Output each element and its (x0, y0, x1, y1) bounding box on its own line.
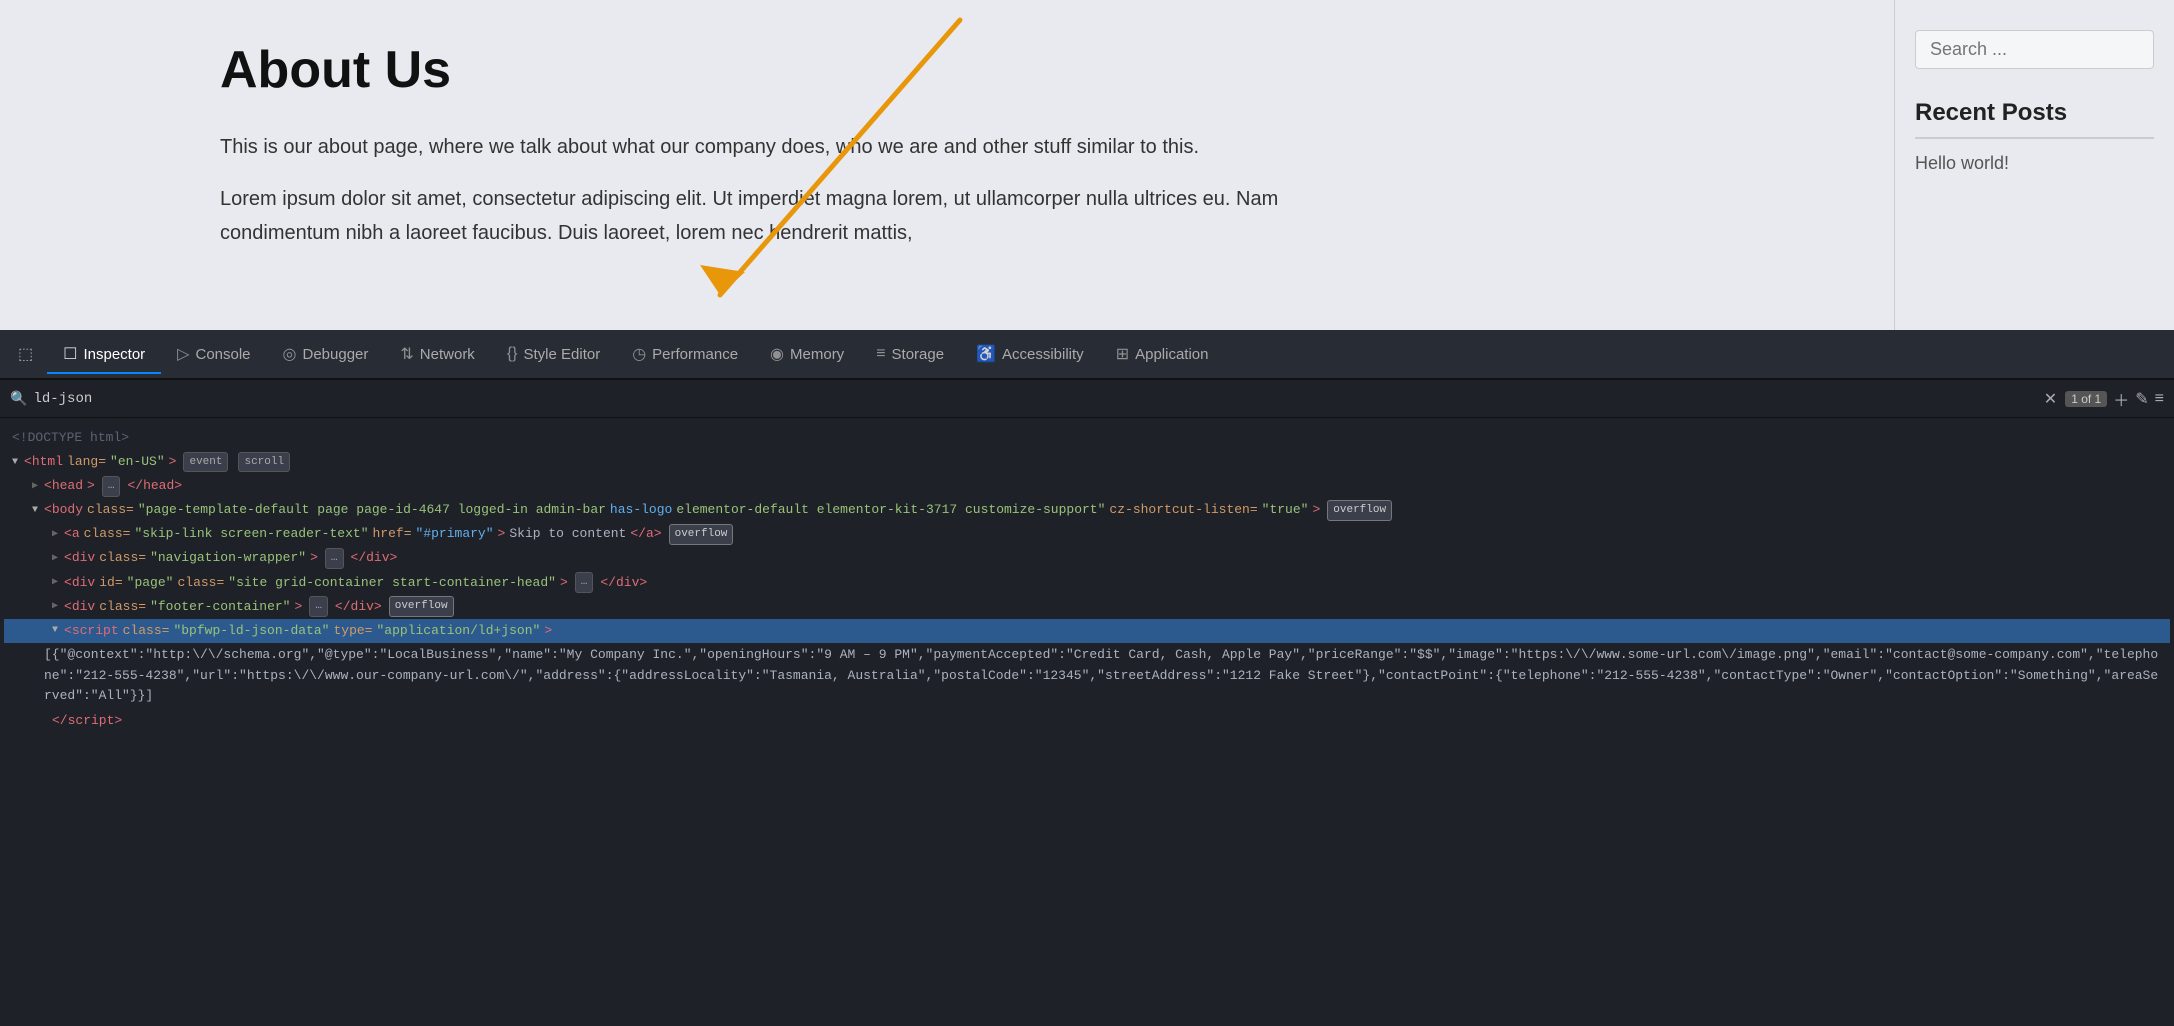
head-ellipsis-badge[interactable]: … (102, 476, 121, 497)
edit-search-button[interactable]: ✎ (2135, 389, 2148, 409)
search-input[interactable] (1915, 30, 2154, 69)
tab-storage[interactable]: ≡ Storage (860, 337, 960, 373)
search-magnifier-icon: 🔍 (10, 390, 27, 407)
event-badge[interactable]: event (183, 452, 228, 473)
webpage-sidebar: Recent Posts Hello world! (1894, 0, 2174, 330)
html-line-div-footer: ▶ <div class="footer-container" > … </di… (4, 595, 2170, 619)
performance-icon: ◷ (632, 344, 646, 364)
page-body-1: This is our about page, where we talk ab… (220, 130, 1320, 164)
html-search-input[interactable] (33, 391, 2037, 407)
html-line-div-page: ▶ <div id="page" class="site grid-contai… (4, 571, 2170, 595)
div-page-triangle[interactable]: ▶ (52, 574, 58, 591)
network-icon: ⇅ (400, 344, 413, 364)
a-overflow-badge[interactable]: overflow (669, 524, 734, 545)
inspector-cursor-btn[interactable]: ⬚ (12, 340, 39, 368)
webpage-area: About Us This is our about page, where w… (0, 0, 2174, 330)
tab-application-label: Application (1135, 346, 1208, 363)
a-triangle[interactable]: ▶ (52, 526, 58, 543)
accessibility-icon: ♿ (976, 344, 996, 364)
tab-storage-label: Storage (892, 346, 945, 363)
scroll-badge[interactable]: scroll (238, 452, 290, 473)
div-footer-triangle[interactable]: ▶ (52, 598, 58, 615)
devtools-panel: ⬚ ☐ Inspector ▷ Console ◎ Debugger ⇅ Net… (0, 330, 2174, 1026)
tab-accessibility-label: Accessibility (1002, 346, 1084, 363)
sidebar-heading: Recent Posts (1915, 99, 2154, 139)
div-footer-ellipsis[interactable]: … (309, 596, 328, 617)
webpage-content: About Us This is our about page, where w… (0, 0, 1894, 330)
tab-accessibility[interactable]: ♿ Accessibility (960, 336, 1100, 374)
html-line-html: ▼ <html lang="en-US" > event scroll (4, 450, 2170, 474)
div-nav-triangle[interactable]: ▶ (52, 550, 58, 567)
page-title: About Us (220, 40, 1834, 100)
script-triangle[interactable]: ▼ (52, 622, 58, 639)
tab-network[interactable]: ⇅ Network (384, 336, 490, 374)
clear-search-button[interactable]: ✕ (2044, 389, 2057, 409)
tab-style-editor-label: Style Editor (524, 346, 601, 363)
tab-performance[interactable]: ◷ Performance (616, 336, 754, 374)
style-editor-icon: {} (507, 345, 518, 363)
div-page-ellipsis[interactable]: … (575, 572, 594, 593)
more-search-button[interactable]: ≡ (2155, 390, 2164, 408)
storage-icon: ≡ (876, 345, 885, 363)
add-search-button[interactable]: ＋ (2113, 387, 2129, 411)
body-overflow-badge[interactable]: overflow (1327, 500, 1392, 521)
tab-performance-label: Performance (652, 346, 738, 363)
tab-console[interactable]: ▷ Console (161, 336, 266, 374)
html-line-script-close: </script> (4, 709, 2170, 733)
search-count-badge: 1 of 1 (2065, 391, 2107, 407)
head-triangle[interactable]: ▶ (32, 478, 38, 495)
html-triangle[interactable]: ▼ (12, 454, 18, 471)
application-icon: ⊞ (1116, 344, 1129, 364)
devtools-toolbar-left: ⬚ (8, 340, 43, 368)
devtools-tabbar: ⬚ ☐ Inspector ▷ Console ◎ Debugger ⇅ Net… (0, 330, 2174, 380)
html-line-doctype: <!DOCTYPE html> (4, 426, 2170, 450)
html-line-script: ▼ <script class="bpfwp-ld-json-data" typ… (4, 619, 2170, 643)
html-line-body: ▼ <body class="page-template-default pag… (4, 498, 2170, 522)
script-data-content: [{"@context":"http:\/\/schema.org","@typ… (4, 643, 2170, 709)
html-panel: <!DOCTYPE html> ▼ <html lang="en-US" > e… (0, 418, 2174, 1026)
div-nav-ellipsis[interactable]: … (325, 548, 344, 569)
html-line-div-nav: ▶ <div class="navigation-wrapper" > … </… (4, 546, 2170, 570)
body-triangle[interactable]: ▼ (32, 502, 38, 519)
div-footer-overflow[interactable]: overflow (389, 596, 454, 617)
tab-inspector[interactable]: ☐ Inspector (47, 336, 161, 374)
debugger-icon: ◎ (283, 344, 297, 364)
page-body-2: Lorem ipsum dolor sit amet, consectetur … (220, 182, 1320, 250)
tab-memory-label: Memory (790, 346, 844, 363)
tab-console-label: Console (195, 346, 250, 363)
tab-debugger-label: Debugger (303, 346, 369, 363)
html-line-a-skip: ▶ <a class="skip-link screen-reader-text… (4, 522, 2170, 546)
inspector-icon: ☐ (63, 344, 77, 364)
tab-application[interactable]: ⊞ Application (1100, 336, 1225, 374)
tab-network-label: Network (420, 346, 475, 363)
sidebar-link[interactable]: Hello world! (1915, 153, 2154, 174)
html-line-head: ▶ <head > … </head> (4, 474, 2170, 498)
devtools-searchbar: 🔍 ✕ 1 of 1 ＋ ✎ ≡ (0, 380, 2174, 418)
memory-icon: ◉ (770, 344, 784, 364)
console-icon: ▷ (177, 344, 189, 364)
tab-debugger[interactable]: ◎ Debugger (267, 336, 385, 374)
tab-style-editor[interactable]: {} Style Editor (491, 337, 616, 373)
tab-inspector-label: Inspector (83, 346, 145, 363)
tab-memory[interactable]: ◉ Memory (754, 336, 860, 374)
